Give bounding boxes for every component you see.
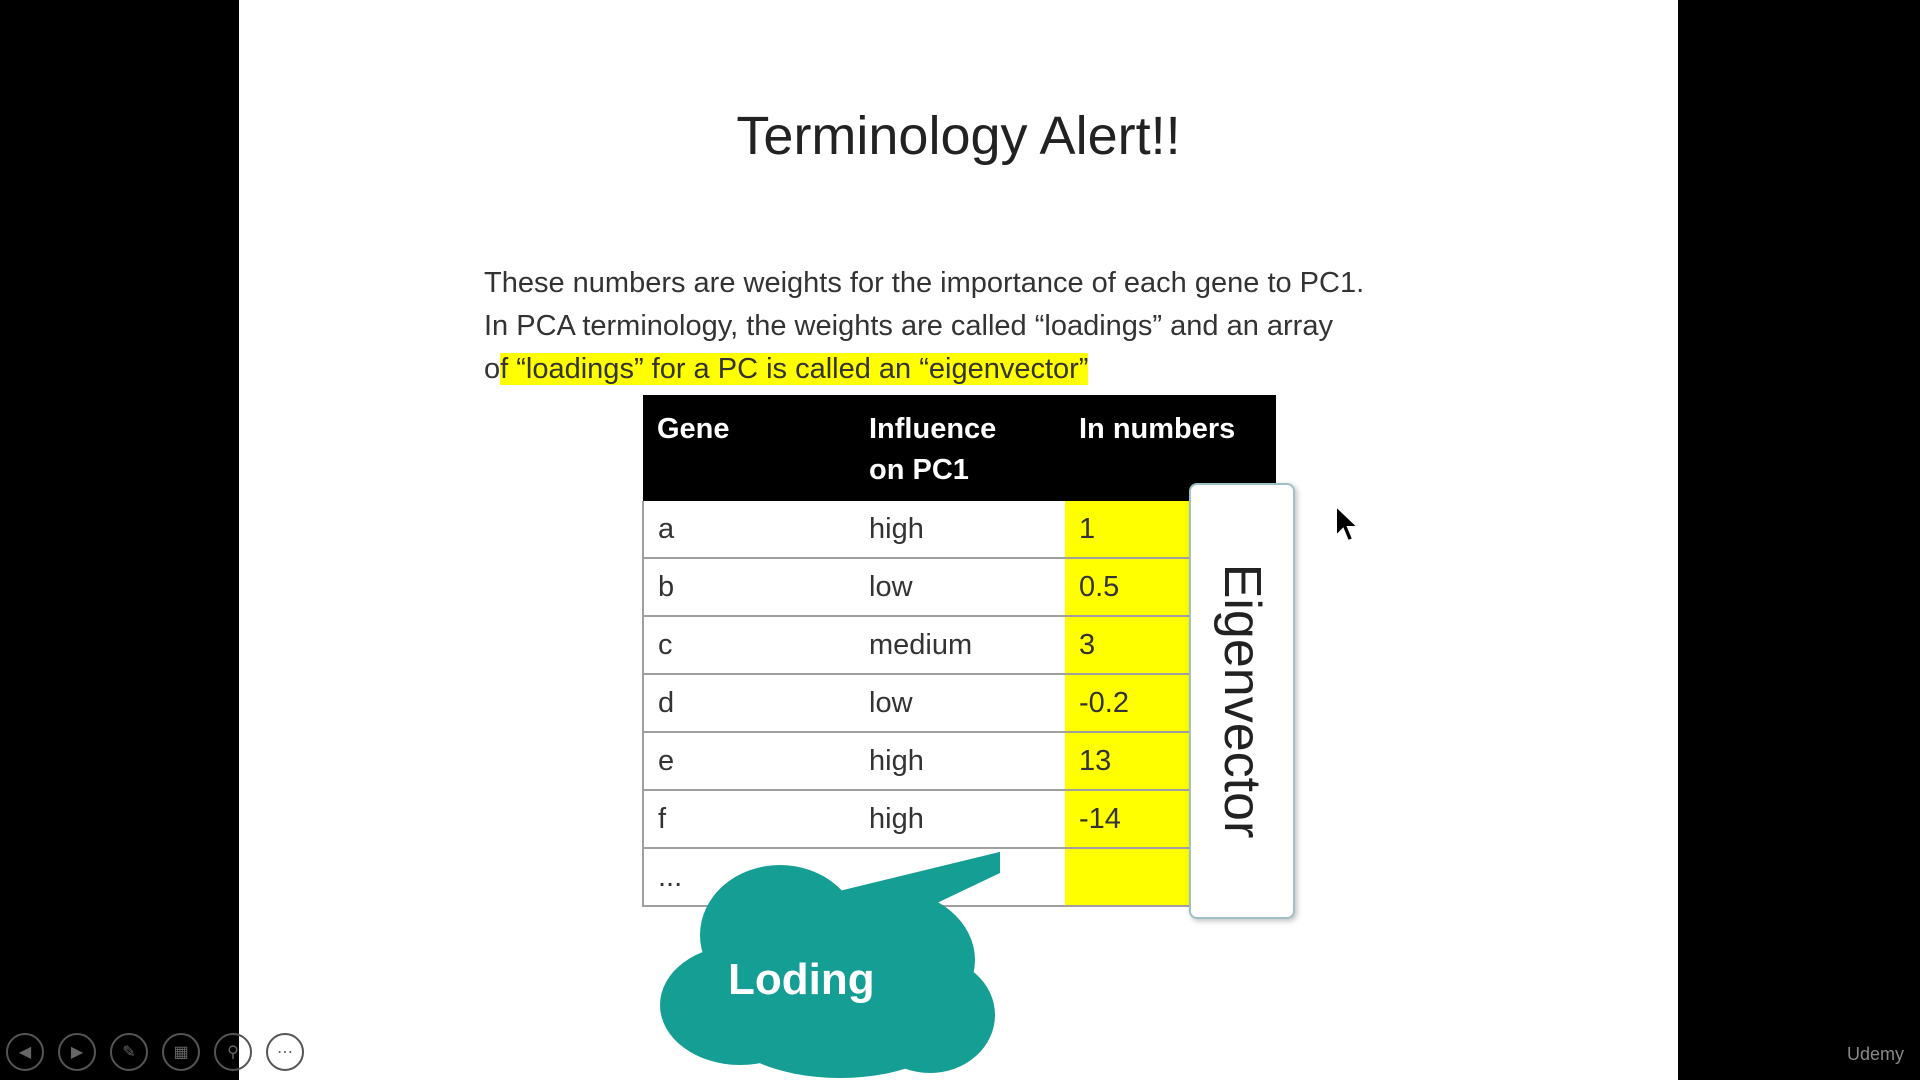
influence-cell: low <box>855 558 1065 617</box>
zoom-icon[interactable]: ⚲ <box>214 1033 252 1071</box>
slide-title: Terminology Alert!! <box>736 106 1181 166</box>
gene-cell: a <box>642 501 855 559</box>
table-row: b low 0.5 <box>642 558 1276 617</box>
eigenvector-box: Eigenvector <box>1189 483 1295 919</box>
paragraph-line-3-plain: o <box>484 353 501 385</box>
gene-cell: d <box>642 674 855 733</box>
table-header-row: Gene Influence on PC1 In numbers <box>643 395 1276 501</box>
eigenvector-label: Eigenvector <box>1213 563 1271 839</box>
slides-icon[interactable]: ▦ <box>162 1033 200 1071</box>
header-influence: Influence on PC1 <box>855 395 1065 501</box>
brand-logo: Udemy <box>1846 1044 1904 1064</box>
presentation-controls: ◀ ▶ ✎ ▦ ⚲ ⋯ <box>6 1033 304 1071</box>
prev-icon[interactable]: ◀ <box>6 1033 44 1071</box>
gene-cell: b <box>642 558 855 617</box>
influence-cell: low <box>855 674 1065 733</box>
loadings-table: Gene Influence on PC1 In numbers a high 1… <box>642 395 1276 907</box>
header-influence-line-2: on PC1 <box>869 454 969 486</box>
influence-cell: high <box>855 501 1065 559</box>
loading-callout-label: Loding <box>728 955 875 1004</box>
gene-cell: c <box>642 616 855 675</box>
paragraph-line-1: These numbers are weights for the import… <box>484 267 1365 299</box>
table-row: e high 13 <box>642 732 1276 791</box>
header-gene: Gene <box>643 395 855 501</box>
slide-paragraph: These numbers are weights for the import… <box>484 262 1584 391</box>
next-icon[interactable]: ▶ <box>58 1033 96 1071</box>
influence-cell: medium <box>855 616 1065 675</box>
influence-cell: high <box>855 732 1065 791</box>
more-icon[interactable]: ⋯ <box>266 1033 304 1071</box>
table-row: c medium 3 <box>642 616 1276 675</box>
header-influence-line-1: Influence <box>869 413 997 445</box>
paragraph-line-3: of “loadings” for a PC is called an “eig… <box>484 348 1584 391</box>
pen-icon[interactable]: ✎ <box>110 1033 148 1071</box>
mouse-cursor-icon <box>1335 504 1361 543</box>
paragraph-line-2: In PCA terminology, the weights are call… <box>484 310 1333 342</box>
paragraph-line-3-highlight: f “loadings” for a PC is called an “eige… <box>500 353 1089 385</box>
gene-cell: e <box>642 732 855 791</box>
table-row: a high 1 <box>642 501 1276 559</box>
table-row: d low -0.2 <box>642 674 1276 733</box>
